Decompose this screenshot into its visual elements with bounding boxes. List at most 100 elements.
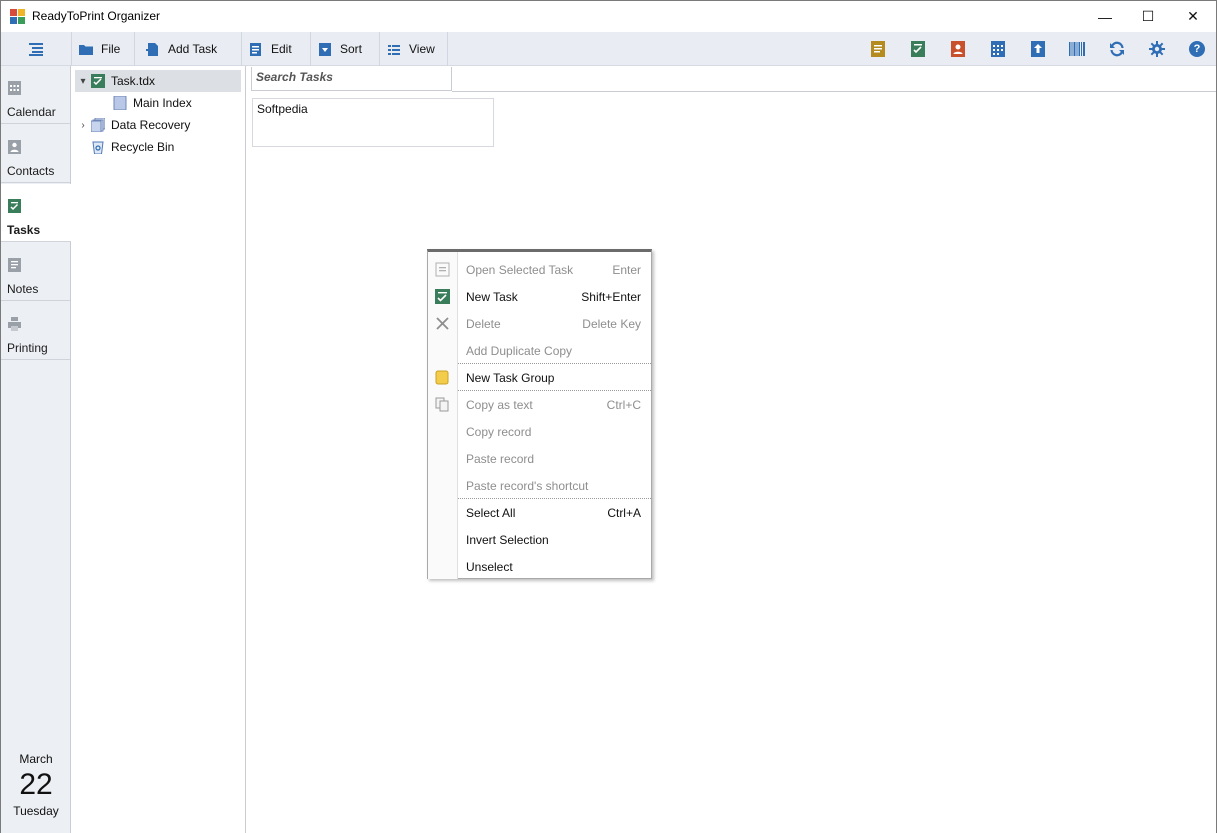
list-icon [29, 43, 43, 56]
menu-item-new-task-group[interactable]: New Task Group [428, 364, 651, 391]
new-task-icon [435, 289, 450, 304]
contacts-icon[interactable] [950, 41, 966, 57]
task-card[interactable]: Softpedia [252, 98, 494, 147]
edit-icon [250, 42, 261, 56]
nav-item-tasks[interactable]: Tasks [1, 184, 71, 242]
left-nav: Calendar Contacts Tasks Notes Printing M… [1, 66, 71, 833]
nav-label-notes: Notes [7, 282, 39, 296]
menu-label: Paste record's shortcut [466, 479, 589, 493]
menu-item-delete[interactable]: Delete Delete Key [428, 310, 651, 337]
menu-label: Paste record [466, 452, 535, 466]
tree-item-data-recovery[interactable]: › Data Recovery [75, 114, 190, 136]
file-menu-label: File [101, 42, 121, 56]
recycle-bin-icon [92, 141, 104, 154]
maximize-button[interactable]: ☐ [1125, 1, 1171, 32]
add-document-icon [146, 42, 158, 56]
index-icon [113, 96, 127, 110]
file-tree: ▾ Task.tdx Main Index › Data Recovery Re… [71, 66, 246, 833]
tree-label-recycle-bin: Recycle Bin [111, 140, 175, 154]
view-menu-button[interactable]: View [379, 32, 448, 66]
menu-label: New Task Group [466, 371, 555, 385]
expand-arrow-icon[interactable]: ▾ [75, 76, 91, 87]
app-window: ReadyToPrint Organizer — ☐ ✕ File Add Ta… [0, 0, 1217, 833]
folder-icon [435, 370, 449, 385]
tasks-file-icon [91, 74, 105, 88]
menu-label: New Task [466, 290, 518, 304]
nav-label-printing: Printing [7, 341, 48, 355]
tree-item-main-index[interactable]: Main Index [113, 92, 192, 114]
menu-item-add-duplicate-copy[interactable]: Add Duplicate Copy [428, 337, 651, 364]
menu-label: Unselect [466, 560, 513, 574]
menu-label: Open Selected Task [466, 263, 574, 277]
nav-item-calendar[interactable]: Calendar [1, 66, 70, 124]
menu-item-new-task[interactable]: New Task Shift+Enter [428, 283, 651, 310]
tasks-icon[interactable] [910, 41, 926, 57]
folder-icon [79, 44, 93, 55]
notes-icon[interactable] [870, 41, 886, 57]
menu-label: Invert Selection [466, 533, 549, 547]
tree-item-task-tdx[interactable]: ▾ Task.tdx [75, 70, 241, 92]
add-task-label: Add Task [168, 42, 218, 56]
edit-menu-label: Edit [271, 42, 292, 56]
menu-shortcut: Shift+Enter [581, 290, 641, 304]
menu-item-paste-record-shortcut[interactable]: Paste record's shortcut [428, 472, 651, 499]
nav-item-notes[interactable]: Notes [1, 243, 70, 301]
file-menu-button[interactable]: File [71, 32, 134, 66]
menu-item-unselect[interactable]: Unselect [428, 553, 651, 580]
tree-label-main-index: Main Index [133, 96, 192, 110]
nav-label-tasks: Tasks [7, 223, 41, 237]
window-title: ReadyToPrint Organizer [32, 9, 161, 23]
menu-shortcut: Enter [612, 263, 641, 277]
gear-icon[interactable] [1149, 41, 1165, 57]
menu-label: Copy as text [466, 398, 533, 412]
menu-item-open-selected-task[interactable]: Open Selected Task Enter [428, 256, 651, 283]
help-icon[interactable]: ? [1189, 41, 1205, 57]
menu-item-paste-record[interactable]: Paste record [428, 445, 651, 472]
menu-shortcut: Ctrl+A [607, 506, 641, 520]
menu-item-select-all[interactable]: Select All Ctrl+A [428, 499, 651, 526]
search-input[interactable]: Search Tasks [251, 67, 452, 91]
title-bar: ReadyToPrint Organizer — ☐ ✕ [1, 1, 1216, 32]
sort-icon [319, 42, 331, 56]
open-task-icon [435, 262, 450, 277]
menu-shortcut: Ctrl+C [606, 398, 641, 412]
contacts-icon [8, 140, 21, 154]
collapse-arrow-icon[interactable]: › [75, 120, 91, 131]
main-menu-button[interactable] [1, 32, 71, 66]
date-day: 22 [19, 768, 53, 801]
menu-shortcut: Delete Key [582, 317, 641, 331]
menu-item-invert-selection[interactable]: Invert Selection [428, 526, 651, 553]
task-card-text: Softpedia [257, 102, 308, 116]
nav-item-printing[interactable]: Printing [1, 302, 70, 360]
minimize-button[interactable]: — [1082, 1, 1128, 32]
sort-menu-label: Sort [340, 42, 363, 56]
view-menu-label: View [409, 42, 435, 56]
close-button[interactable]: ✕ [1170, 1, 1216, 32]
calendar-icon [8, 81, 21, 95]
sort-menu-button[interactable]: Sort [310, 32, 379, 66]
menu-label: Add Duplicate Copy [466, 344, 573, 358]
main-content: Search Tasks Softpedia [246, 66, 1216, 833]
delete-icon [436, 317, 449, 330]
tree-label-data-recovery: Data Recovery [111, 118, 191, 132]
upload-icon[interactable] [1030, 41, 1046, 57]
tree-label-task-tdx: Task.tdx [111, 74, 156, 88]
date-display: March 22 Tuesday [1, 752, 71, 818]
menu-item-copy-as-text[interactable]: Copy as text Ctrl+C [428, 391, 651, 418]
menu-label: Delete [466, 317, 501, 331]
add-task-button[interactable]: Add Task [134, 32, 241, 66]
nav-item-contacts[interactable]: Contacts [1, 125, 70, 183]
calendar-icon[interactable] [990, 41, 1006, 57]
menu-label: Select All [466, 506, 516, 520]
notes-icon [8, 258, 21, 272]
edit-menu-button[interactable]: Edit [241, 32, 310, 66]
printer-icon [8, 317, 21, 331]
recovery-icon [91, 118, 105, 132]
date-month: March [19, 752, 53, 766]
header-divider [452, 91, 1216, 92]
barcode-icon[interactable] [1069, 41, 1085, 57]
menu-item-copy-record[interactable]: Copy record [428, 418, 651, 445]
sync-icon[interactable] [1109, 41, 1125, 57]
menu-label: Copy record [466, 425, 532, 439]
tree-item-recycle-bin[interactable]: Recycle Bin [91, 136, 174, 158]
